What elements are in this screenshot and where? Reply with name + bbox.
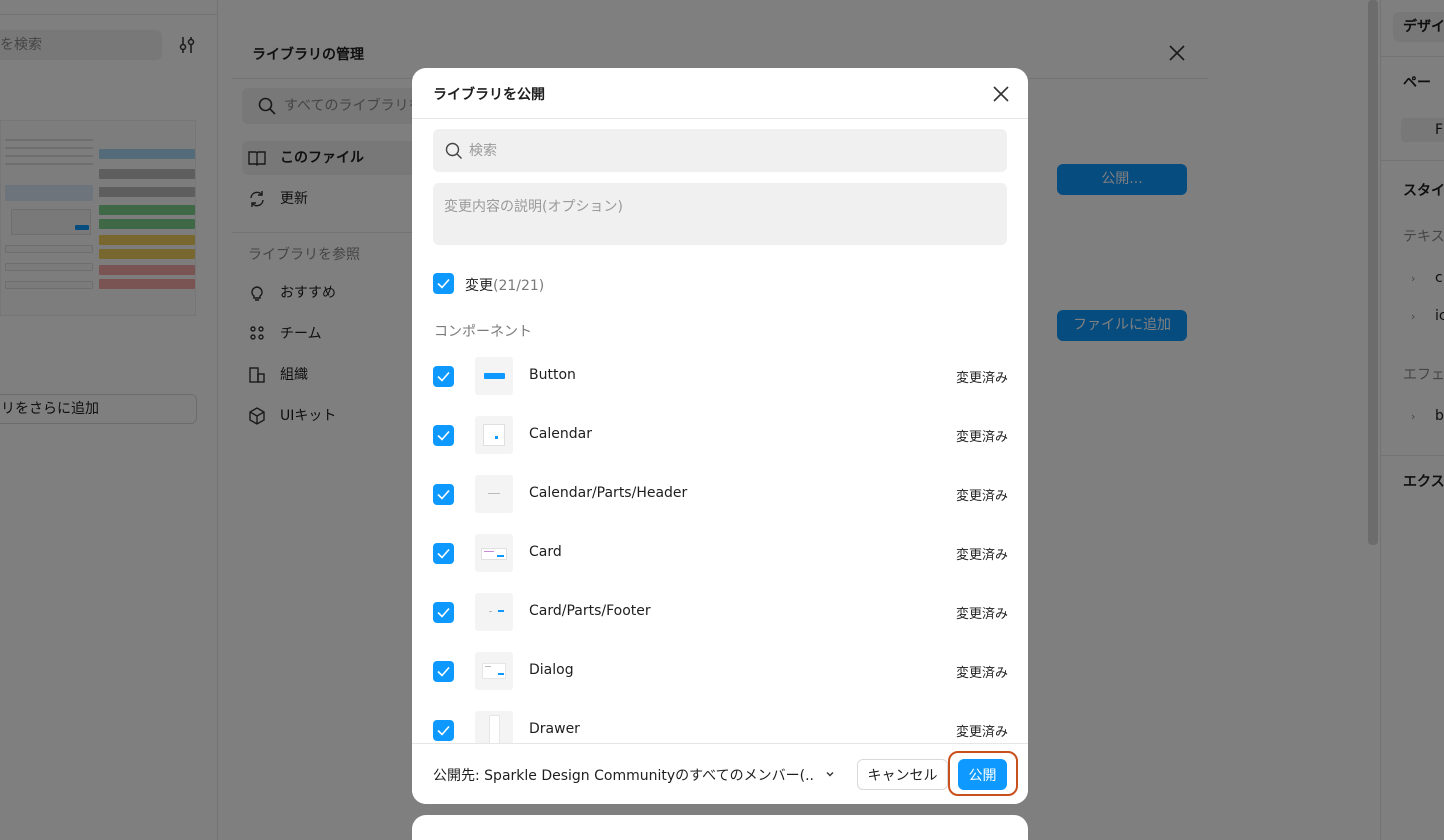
component-thumbnail (475, 534, 513, 572)
component-status: 変更済み (955, 489, 1008, 504)
component-name: Card/Parts/Footer (529, 603, 651, 619)
search-input[interactable] (469, 129, 989, 172)
publish-library-dialog: ライブラリを公開 変更(21/21) コンポーネント Button 変更済み (412, 68, 1028, 804)
list-item[interactable]: Drawer 変更済み (412, 702, 1028, 743)
publish-button-highlight (948, 751, 1018, 796)
component-checkbox[interactable] (433, 661, 454, 682)
dialog-footer: 公開先: Sparkle Design Communityのすべてのメンバー(.… (412, 743, 1028, 804)
check-icon (437, 725, 450, 736)
check-icon (437, 548, 450, 559)
component-checkbox[interactable] (433, 425, 454, 446)
component-name: Drawer (529, 721, 580, 737)
component-name: Button (529, 367, 576, 383)
cancel-button[interactable]: キャンセル (857, 759, 948, 790)
check-icon (437, 666, 450, 677)
close-icon[interactable] (992, 85, 1010, 103)
list-item[interactable]: Button 変更済み (412, 348, 1028, 407)
list-item[interactable]: Dialog 変更済み (412, 643, 1028, 702)
check-icon (437, 371, 450, 382)
component-checkbox[interactable] (433, 484, 454, 505)
component-status: 変更済み (955, 430, 1008, 445)
component-status: 変更済み (955, 548, 1008, 563)
component-name: Calendar (529, 426, 592, 442)
list-item[interactable]: Card/Parts/Footer 変更済み (412, 584, 1028, 643)
check-icon (437, 430, 450, 441)
check-icon (437, 607, 450, 618)
list-item[interactable]: Card 変更済み (412, 525, 1028, 584)
list-item[interactable]: Calendar 変更済み (412, 407, 1028, 466)
component-status: 変更済み (955, 371, 1008, 386)
change-description-input[interactable] (433, 183, 1007, 245)
component-status: 変更済み (955, 607, 1008, 622)
component-name: Card (529, 544, 562, 560)
component-thumbnail (475, 475, 513, 513)
dialog-title: ライブラリを公開 (433, 87, 545, 103)
component-thumbnail (475, 416, 513, 454)
changes-text: 変更 (465, 278, 493, 294)
changes-label: 変更(21/21) (465, 275, 544, 295)
component-thumbnail (475, 711, 513, 743)
component-status: 変更済み (955, 725, 1008, 740)
chevron-down-icon[interactable] (824, 768, 836, 780)
secondary-dialog-edge (412, 815, 1028, 840)
check-icon (437, 489, 450, 500)
component-list: Button 変更済み Calendar 変更済み Calendar/Parts… (412, 348, 1028, 743)
dialog-header: ライブラリを公開 (412, 68, 1028, 119)
check-icon (437, 278, 450, 289)
component-thumbnail (475, 652, 513, 690)
component-checkbox[interactable] (433, 602, 454, 623)
component-checkbox[interactable] (433, 366, 454, 387)
component-status: 変更済み (955, 666, 1008, 681)
changes-count: (21/21) (493, 278, 545, 294)
component-thumbnail (475, 357, 513, 395)
list-item[interactable]: Calendar/Parts/Header 変更済み (412, 466, 1028, 525)
publish-destination-select[interactable]: 公開先: Sparkle Design Communityのすべてのメンバー(.… (433, 765, 813, 785)
select-all-checkbox[interactable] (433, 273, 454, 294)
component-name: Dialog (529, 662, 574, 678)
search-icon (445, 142, 462, 159)
components-section-label: コンポーネント (434, 324, 532, 340)
component-thumbnail (475, 593, 513, 631)
component-checkbox[interactable] (433, 543, 454, 564)
component-search-field[interactable] (433, 129, 1007, 172)
component-name: Calendar/Parts/Header (529, 485, 688, 501)
component-checkbox[interactable] (433, 720, 454, 741)
